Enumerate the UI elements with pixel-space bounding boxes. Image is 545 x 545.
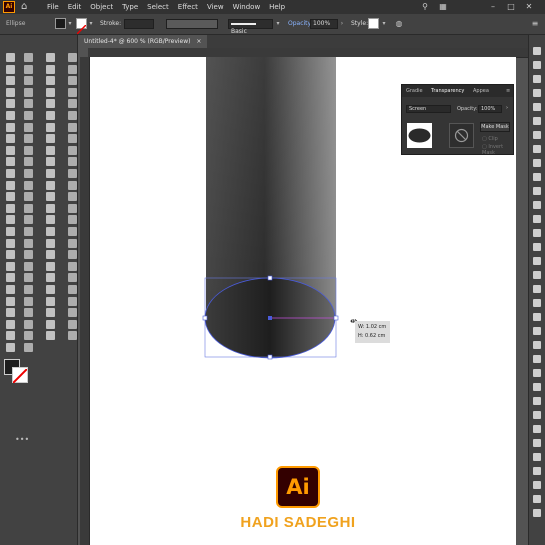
transparency-panel: Gradie Transparency Appea ≡ Screen Opaci… <box>401 84 514 156</box>
author-name: HADI SADEGHI <box>240 514 356 531</box>
tooltip-height: H: 0.62 cm <box>358 333 386 339</box>
dimension-tooltip: W: 1.02 cm H: 0.62 cm <box>355 321 390 343</box>
anchor-left[interactable] <box>202 315 208 321</box>
tab-appearance[interactable]: Appea <box>473 85 489 97</box>
dock-panel-icon[interactable] <box>533 61 541 69</box>
dock-panel-icon[interactable] <box>533 215 541 223</box>
panel-opacity-field[interactable]: 100% <box>478 105 502 113</box>
dock-panel-icon[interactable] <box>533 481 541 489</box>
dock-panel-icon[interactable] <box>533 229 541 237</box>
dock-panel-icon[interactable] <box>533 397 541 405</box>
anchor-bottom[interactable] <box>267 354 273 360</box>
dock-panel-icon[interactable] <box>533 285 541 293</box>
anchor-top[interactable] <box>267 275 273 281</box>
invert-mask-label: Invert Mask <box>482 144 504 156</box>
panels-dock <box>528 35 545 545</box>
dock-panel-icon[interactable] <box>533 159 541 167</box>
dock-panel-icon[interactable] <box>533 509 541 517</box>
dock-panel-icon[interactable] <box>533 271 541 279</box>
dock-panel-icon[interactable] <box>533 47 541 55</box>
dock-panel-icon[interactable] <box>533 425 541 433</box>
dock-panel-icon[interactable] <box>533 173 541 181</box>
dock-panel-icon[interactable] <box>533 355 541 363</box>
dock-panel-icon[interactable] <box>533 103 541 111</box>
illustrator-logo: Ai <box>276 466 320 508</box>
tab-transparency[interactable]: Transparency <box>431 85 464 97</box>
no-mask-icon <box>454 128 469 143</box>
dock-panel-icon[interactable] <box>533 383 541 391</box>
make-mask-button[interactable]: Make Mask <box>480 122 510 132</box>
layer-thumbnail[interactable] <box>407 123 432 148</box>
dock-panel-icon[interactable] <box>533 257 541 265</box>
dock-panel-icon[interactable] <box>533 89 541 97</box>
artwork-layer: ⇹ <box>202 57 358 360</box>
dock-panel-icon[interactable] <box>533 341 541 349</box>
dock-panel-icon[interactable] <box>533 145 541 153</box>
anchor-right[interactable] <box>333 315 339 321</box>
panel-menu-icon[interactable]: ≡ <box>506 85 510 97</box>
dock-panel-icon[interactable] <box>533 75 541 83</box>
clip-checkbox[interactable]: ▢ Clip <box>482 136 498 142</box>
thumbnail-ellipse <box>408 128 431 143</box>
tab-gradient[interactable]: Gradie <box>406 85 423 97</box>
dock-panel-icon[interactable] <box>533 187 541 195</box>
center-point[interactable] <box>268 316 272 320</box>
dock-panel-icon[interactable] <box>533 313 541 321</box>
tooltip-width: W: 1.02 cm <box>358 324 387 330</box>
clip-label: Clip <box>488 136 498 142</box>
dock-panel-icon[interactable] <box>533 453 541 461</box>
dock-panel-icon[interactable] <box>533 369 541 377</box>
blend-mode-select[interactable]: Screen <box>406 105 451 113</box>
dock-panel-icon[interactable] <box>533 467 541 475</box>
dock-panel-icon[interactable] <box>533 201 541 209</box>
mask-thumbnail[interactable] <box>449 123 474 148</box>
dock-panel-icon[interactable] <box>533 495 541 503</box>
panel-opacity-label: Opacity: <box>457 106 478 112</box>
dock-panel-icon[interactable] <box>533 327 541 335</box>
dock-panel-icon[interactable] <box>533 411 541 419</box>
dock-panel-icon[interactable] <box>533 243 541 251</box>
panel-opacity-arrow-icon[interactable]: › <box>506 105 508 111</box>
invert-mask-checkbox[interactable]: ▢ Invert Mask <box>482 144 513 156</box>
dock-panel-icon[interactable] <box>533 299 541 307</box>
dock-panel-icon[interactable] <box>533 439 541 447</box>
dock-panel-icon[interactable] <box>533 131 541 139</box>
dock-panel-icon[interactable] <box>533 117 541 125</box>
panel-tabs: Gradie Transparency Appea ≡ <box>402 85 513 97</box>
